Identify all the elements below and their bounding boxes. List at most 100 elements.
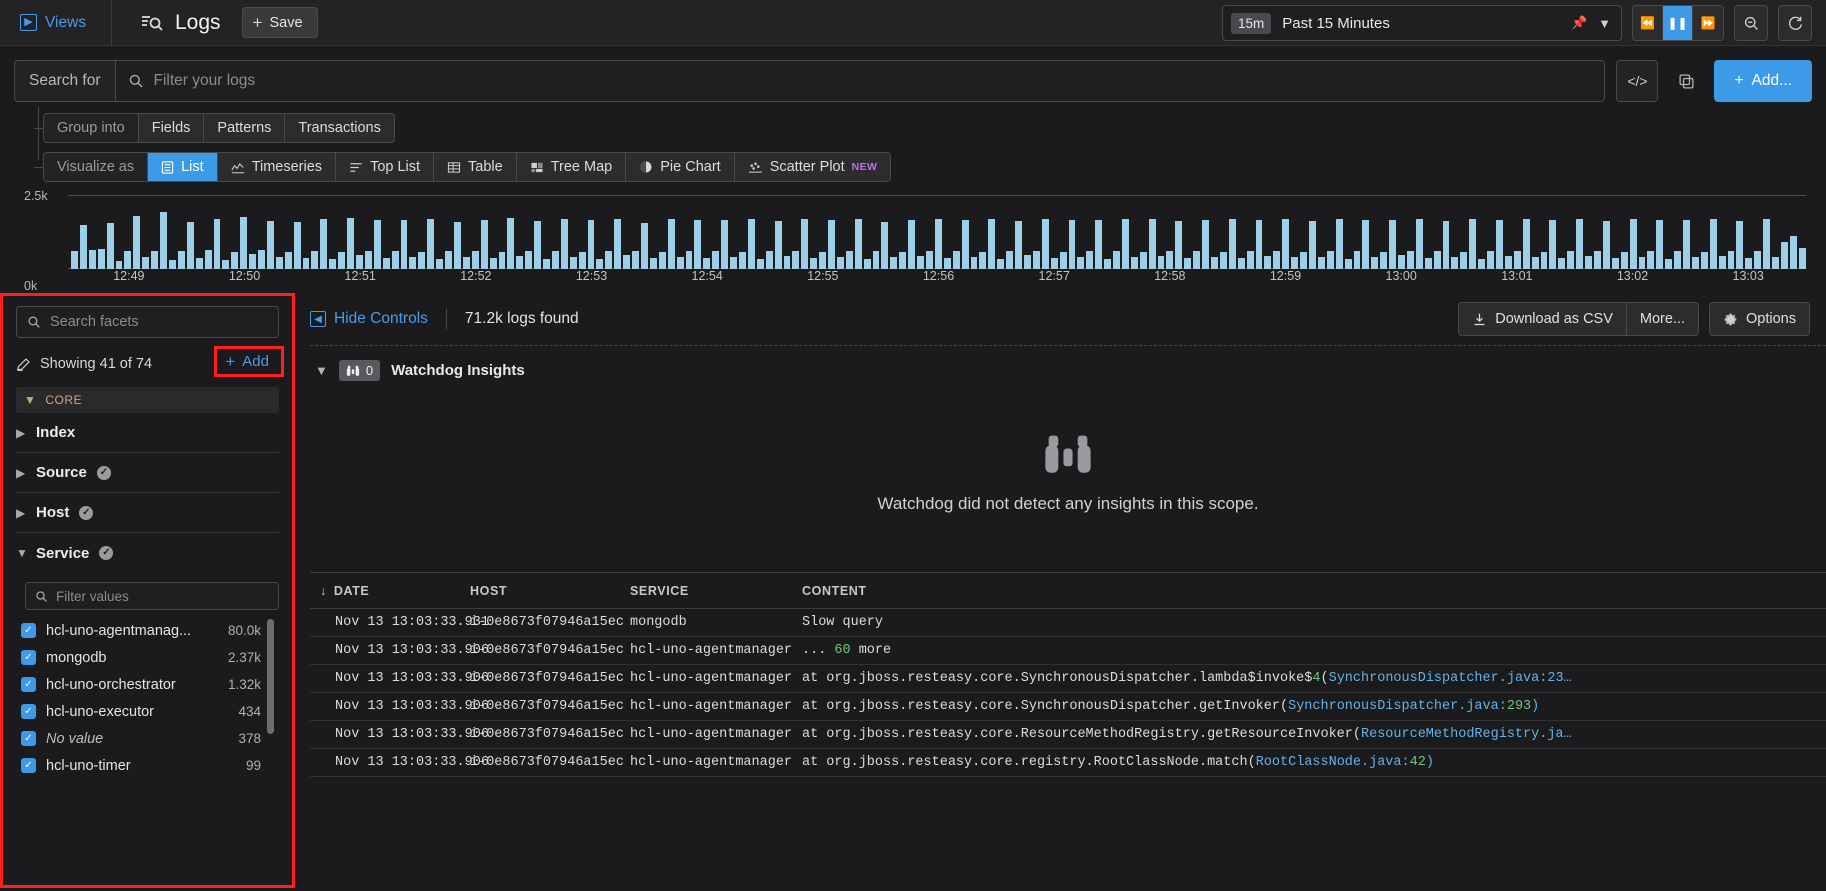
chart-bar[interactable] bbox=[632, 250, 639, 269]
visualize-option-tree-map[interactable]: Tree Map bbox=[516, 153, 627, 181]
table-row[interactable]: Nov 13 13:03:33.931 i-0e8673f07946a15ec mo… bbox=[310, 609, 1826, 637]
zoom-out-icon[interactable] bbox=[1734, 5, 1768, 41]
facet-item-service[interactable]: ▼ Service ✓ bbox=[16, 533, 279, 573]
chart-bar[interactable] bbox=[79, 224, 87, 269]
chart-bar[interactable] bbox=[926, 251, 933, 269]
chart-bar[interactable] bbox=[1487, 251, 1494, 269]
group-into-option-transactions[interactable]: Transactions bbox=[285, 114, 394, 142]
facet-item-host[interactable]: ▶ Host ✓ bbox=[16, 493, 279, 533]
chart-bar[interactable] bbox=[525, 251, 533, 269]
chart-bar[interactable] bbox=[881, 222, 889, 269]
save-button[interactable]: + Save bbox=[241, 7, 318, 38]
hide-controls-button[interactable]: ◀ Hide Controls bbox=[310, 310, 428, 328]
search-input-wrapper[interactable] bbox=[114, 60, 1606, 102]
chart-bar[interactable] bbox=[1478, 258, 1486, 269]
copy-button[interactable] bbox=[1669, 60, 1703, 102]
chart-bar[interactable] bbox=[1219, 252, 1227, 269]
chart-bar[interactable] bbox=[1451, 256, 1459, 269]
facet-group-core[interactable]: ▼ CORE bbox=[16, 387, 279, 413]
chart-bar[interactable] bbox=[872, 250, 880, 269]
facet-value-row[interactable]: ✓ hcl-uno-executor 434 bbox=[21, 698, 279, 725]
chart-bar[interactable] bbox=[534, 221, 542, 269]
chart-bar[interactable] bbox=[1406, 251, 1414, 269]
chart-bar[interactable] bbox=[151, 251, 159, 269]
chart-bar[interactable] bbox=[177, 250, 185, 269]
chart-bar[interactable] bbox=[498, 252, 506, 269]
chart-bar[interactable] bbox=[890, 257, 898, 269]
chart-bar[interactable] bbox=[1754, 250, 1762, 269]
search-input[interactable] bbox=[153, 72, 1593, 90]
chart-bar[interactable] bbox=[1237, 258, 1245, 269]
visualize-option-timeseries[interactable]: Timeseries bbox=[217, 153, 337, 181]
chart-bar[interactable] bbox=[168, 260, 176, 269]
facet-value-checkbox[interactable]: ✓ bbox=[21, 650, 36, 665]
chart-bar[interactable] bbox=[1398, 255, 1405, 269]
chart-bar[interactable] bbox=[338, 252, 346, 269]
column-header-host[interactable]: HOST bbox=[470, 584, 630, 598]
chart-bar[interactable] bbox=[427, 218, 435, 269]
chart-bar[interactable] bbox=[1086, 251, 1094, 269]
chart-bar[interactable] bbox=[605, 251, 613, 269]
chart-bar[interactable] bbox=[1202, 219, 1209, 269]
add-button[interactable]: + Add... bbox=[1714, 60, 1812, 102]
chart-bar[interactable] bbox=[213, 219, 221, 269]
chart-bar[interactable] bbox=[249, 254, 257, 269]
chart-bar[interactable] bbox=[115, 261, 123, 269]
chevron-down-icon[interactable]: ▼ bbox=[315, 363, 328, 378]
chart-bar[interactable] bbox=[1113, 250, 1120, 269]
chart-bar[interactable] bbox=[1772, 256, 1779, 269]
chart-bar[interactable] bbox=[1166, 251, 1174, 269]
chart-bar[interactable] bbox=[845, 251, 853, 269]
rewind-icon[interactable]: ⏪ bbox=[1633, 6, 1663, 40]
chart-bar[interactable] bbox=[1798, 248, 1806, 269]
chart-bar[interactable] bbox=[828, 220, 835, 269]
facet-value-checkbox[interactable]: ✓ bbox=[21, 731, 36, 746]
chart-bar[interactable] bbox=[1326, 251, 1334, 269]
visualize-option-list[interactable]: List bbox=[148, 153, 218, 181]
chart-bar[interactable] bbox=[97, 249, 105, 269]
chart-bar[interactable] bbox=[997, 258, 1005, 269]
chart-bar[interactable] bbox=[142, 256, 150, 269]
facet-values-filter-input[interactable] bbox=[56, 588, 269, 604]
facet-search-wrapper[interactable] bbox=[16, 306, 279, 338]
pencil-icon[interactable] bbox=[16, 357, 31, 372]
chart-bar[interactable] bbox=[1041, 218, 1049, 269]
chart-bar[interactable] bbox=[1371, 257, 1379, 269]
add-facet-button[interactable]: + Add bbox=[214, 346, 284, 377]
chart-bar[interactable] bbox=[373, 220, 381, 269]
chart-bar[interactable] bbox=[658, 252, 666, 269]
chart-bar[interactable] bbox=[1015, 221, 1022, 269]
chart-bar[interactable] bbox=[667, 218, 675, 269]
chart-bar[interactable] bbox=[1602, 221, 1610, 269]
chart-bar[interactable] bbox=[801, 219, 809, 269]
visualize-option-scatter-plot[interactable]: Scatter Plot NEW bbox=[734, 153, 891, 181]
chart-bar[interactable] bbox=[1620, 251, 1628, 269]
chart-bar[interactable] bbox=[1442, 221, 1450, 269]
chart-bar[interactable] bbox=[1433, 250, 1441, 269]
chart-bar[interactable] bbox=[400, 219, 408, 269]
pause-icon[interactable]: ❚❚ bbox=[1663, 6, 1693, 40]
chart-bar[interactable] bbox=[409, 257, 417, 269]
chart-bar[interactable] bbox=[1585, 255, 1592, 269]
chart-bar[interactable] bbox=[560, 219, 568, 269]
chart-bar[interactable] bbox=[587, 220, 595, 269]
chart-bar[interactable] bbox=[1228, 218, 1236, 269]
chart-bar[interactable] bbox=[1139, 251, 1147, 269]
chart-bar[interactable] bbox=[1362, 219, 1370, 269]
chart-bar[interactable] bbox=[1246, 251, 1254, 269]
table-row[interactable]: Nov 13 13:03:33.906 i-0e8673f07946a15ec hc… bbox=[310, 665, 1826, 693]
chart-bar[interactable] bbox=[1184, 258, 1192, 269]
chart-bar[interactable] bbox=[1549, 220, 1557, 269]
chart-bar[interactable] bbox=[480, 219, 488, 269]
chart-bar[interactable] bbox=[854, 218, 862, 269]
chart-bar[interactable] bbox=[1050, 257, 1058, 269]
chart-bar[interactable] bbox=[186, 221, 194, 269]
facet-value-checkbox[interactable]: ✓ bbox=[21, 623, 36, 638]
chart-bar[interactable] bbox=[1567, 251, 1575, 269]
facet-item-index[interactable]: ▶ Index bbox=[16, 413, 279, 453]
chart-bar[interactable] bbox=[1380, 252, 1388, 269]
table-row[interactable]: Nov 13 13:03:33.906 i-0e8673f07946a15ec hc… bbox=[310, 749, 1826, 777]
chart-bar[interactable] bbox=[195, 257, 203, 269]
chart-bar[interactable] bbox=[1104, 258, 1112, 269]
chart-bar[interactable] bbox=[1006, 251, 1014, 269]
